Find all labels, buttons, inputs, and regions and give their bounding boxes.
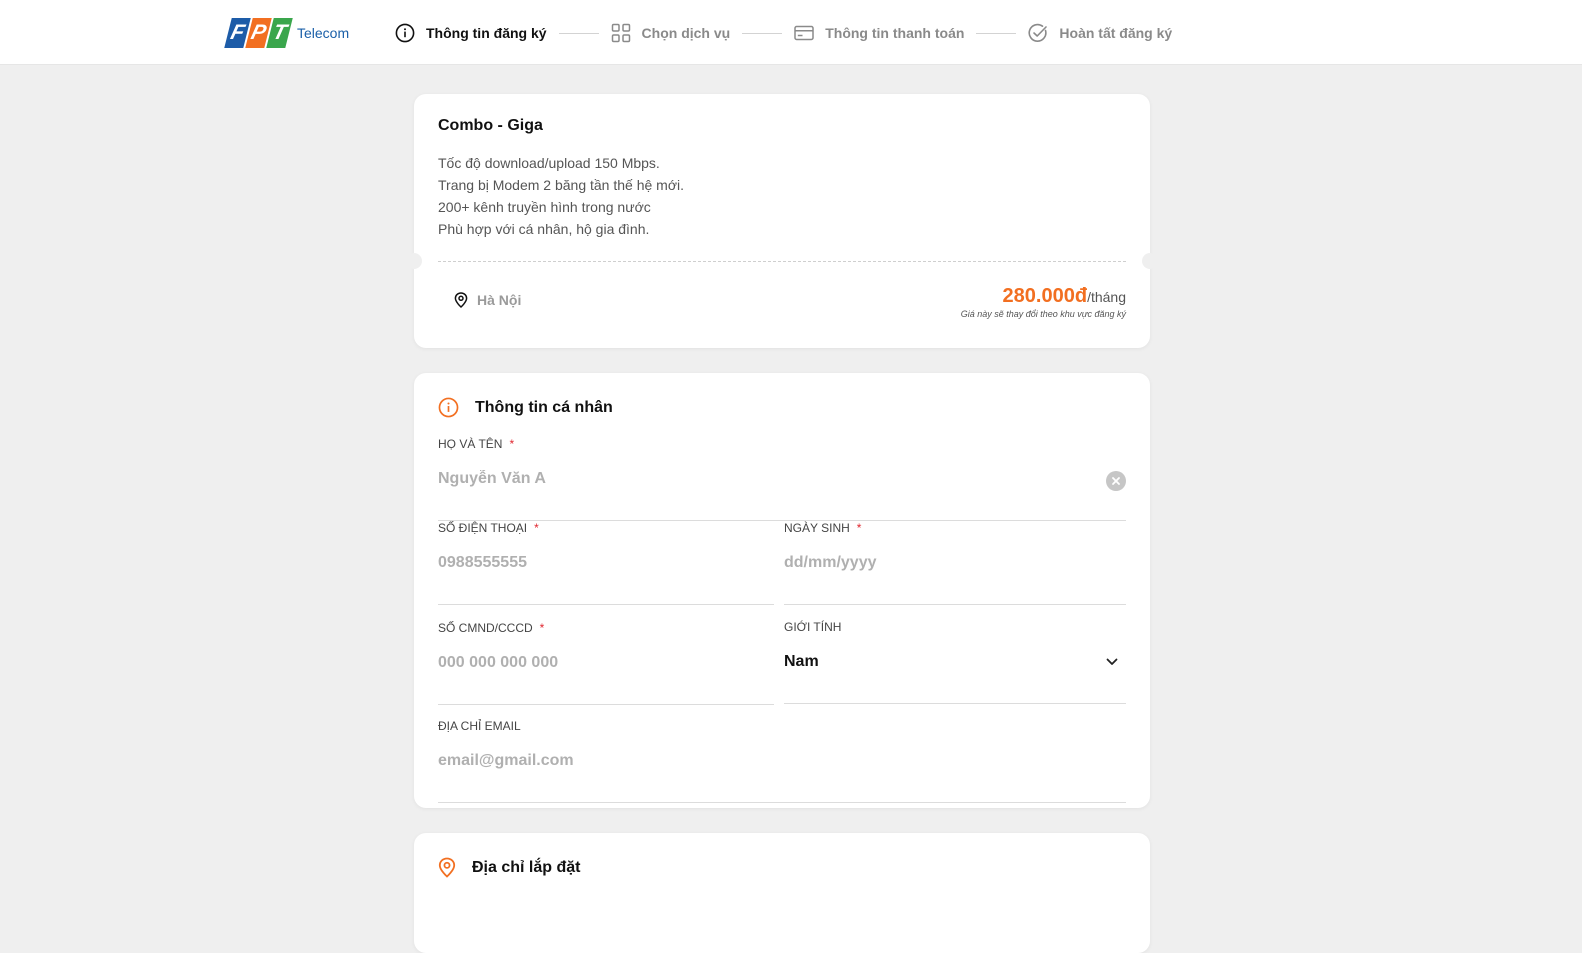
step-connector	[976, 32, 1017, 34]
field-label: SỐ ĐIỆN THOẠI *	[438, 521, 539, 535]
phone-input[interactable]	[438, 545, 774, 581]
step-complete[interactable]: Hoàn tất đăng ký	[1028, 23, 1172, 43]
address-header: Địa chỉ lắp đặt	[438, 857, 580, 878]
registration-stepper: Thông tin đăng ký Chọn dịch vụ Thông tin…	[395, 21, 1172, 45]
step-connector	[742, 32, 783, 34]
step-registration-info[interactable]: Thông tin đăng ký	[395, 23, 547, 43]
info-icon	[395, 23, 415, 43]
phone-field: SỐ ĐIỆN THOẠI *	[438, 521, 774, 605]
price-unit: /tháng	[1087, 289, 1126, 305]
id-number-field: SỐ CMND/CCCD *	[438, 621, 774, 705]
package-summary-card: Combo - Giga Tốc độ download/upload 150 …	[414, 94, 1150, 348]
required-mark: *	[856, 521, 862, 535]
step-label: Hoàn tất đăng ký	[1059, 25, 1173, 41]
email-field: ĐỊA CHỈ EMAIL	[438, 719, 1126, 803]
step-payment-info[interactable]: Thông tin thanh toán	[794, 23, 964, 43]
required-mark: *	[509, 437, 515, 451]
location-pin-icon	[454, 292, 468, 308]
price-line: 280.000đ/tháng	[961, 285, 1126, 308]
price-note: Giá này sẽ thay đổi theo khu vực đăng ký	[960, 309, 1126, 319]
step-label: Thông tin đăng ký	[426, 25, 547, 41]
personal-info-header: Thông tin cá nhân	[438, 397, 613, 418]
location-name: Hà Nội	[477, 292, 522, 308]
field-label: ĐỊA CHỈ EMAIL	[438, 719, 521, 733]
chevron-down-icon	[1106, 658, 1118, 665]
gender-select[interactable]: GIỚI TÍNH Nam	[784, 620, 1126, 704]
field-label: GIỚI TÍNH	[784, 620, 842, 634]
ticket-divider	[438, 261, 1126, 262]
required-mark: *	[534, 521, 539, 535]
full-name-field: HỌ VÀ TÊN *	[438, 437, 1126, 521]
package-features: Tốc độ download/upload 150 Mbps. Trang b…	[438, 152, 684, 240]
dob-input[interactable]	[784, 545, 1126, 581]
required-mark: *	[539, 621, 545, 635]
field-label: SỐ CMND/CCCD *	[438, 621, 545, 635]
close-icon	[1112, 477, 1120, 485]
personal-info-card: Thông tin cá nhân HỌ VÀ TÊN* SỐ ĐIỆN THO…	[414, 373, 1150, 808]
field-label: HỌ VÀ TÊN *	[438, 437, 515, 451]
card-icon	[794, 25, 814, 41]
step-label: Chọn dịch vụ	[641, 25, 731, 41]
step-connector	[558, 32, 599, 34]
id-number-input[interactable]	[438, 645, 774, 681]
price-value: 280.000đ	[1002, 285, 1088, 307]
section-title: Thông tin cá nhân	[475, 398, 613, 416]
feature-item: Tốc độ download/upload 150 Mbps.	[438, 155, 660, 171]
feature-item: Phù hợp với cá nhân, hộ gia đình.	[438, 221, 650, 237]
gender-value: Nam	[784, 653, 819, 670]
step-choose-service[interactable]: Chọn dịch vụ	[611, 23, 731, 43]
info-icon	[438, 397, 459, 418]
location-pin-icon	[438, 857, 456, 878]
ticket-notch-right	[1142, 253, 1158, 269]
field-label: NGÀY SINH *	[784, 521, 862, 535]
logo-letters: F P T	[224, 18, 293, 48]
clear-input-button[interactable]	[1106, 471, 1126, 491]
logo-suffix: Telecom	[297, 25, 350, 41]
step-label: Thông tin thanh toán	[825, 25, 965, 41]
ticket-notch-left	[406, 253, 422, 269]
section-title: Địa chỉ lắp đặt	[472, 858, 581, 876]
feature-item: 200+ kênh truyền hình trong nước	[438, 199, 651, 215]
email-input[interactable]	[438, 743, 1126, 779]
package-location: Hà Nội	[454, 292, 521, 308]
feature-item: Trang bị Modem 2 băng tần thế hệ mới.	[438, 177, 685, 193]
top-navigation-bar: F P T Telecom Thông tin đăng ký Chọn dịc…	[0, 0, 1582, 65]
grid-icon	[611, 23, 630, 43]
check-circle-icon	[1028, 23, 1048, 42]
dob-field: NGÀY SINH *	[784, 521, 1126, 605]
full-name-input[interactable]	[438, 461, 1126, 497]
package-price: 280.000đ/tháng Giá này sẽ thay đổi theo …	[961, 285, 1126, 319]
installation-address-card: Địa chỉ lắp đặt	[414, 833, 1150, 953]
fpt-telecom-logo[interactable]: F P T Telecom	[224, 18, 350, 48]
package-title: Combo - Giga	[438, 117, 543, 134]
